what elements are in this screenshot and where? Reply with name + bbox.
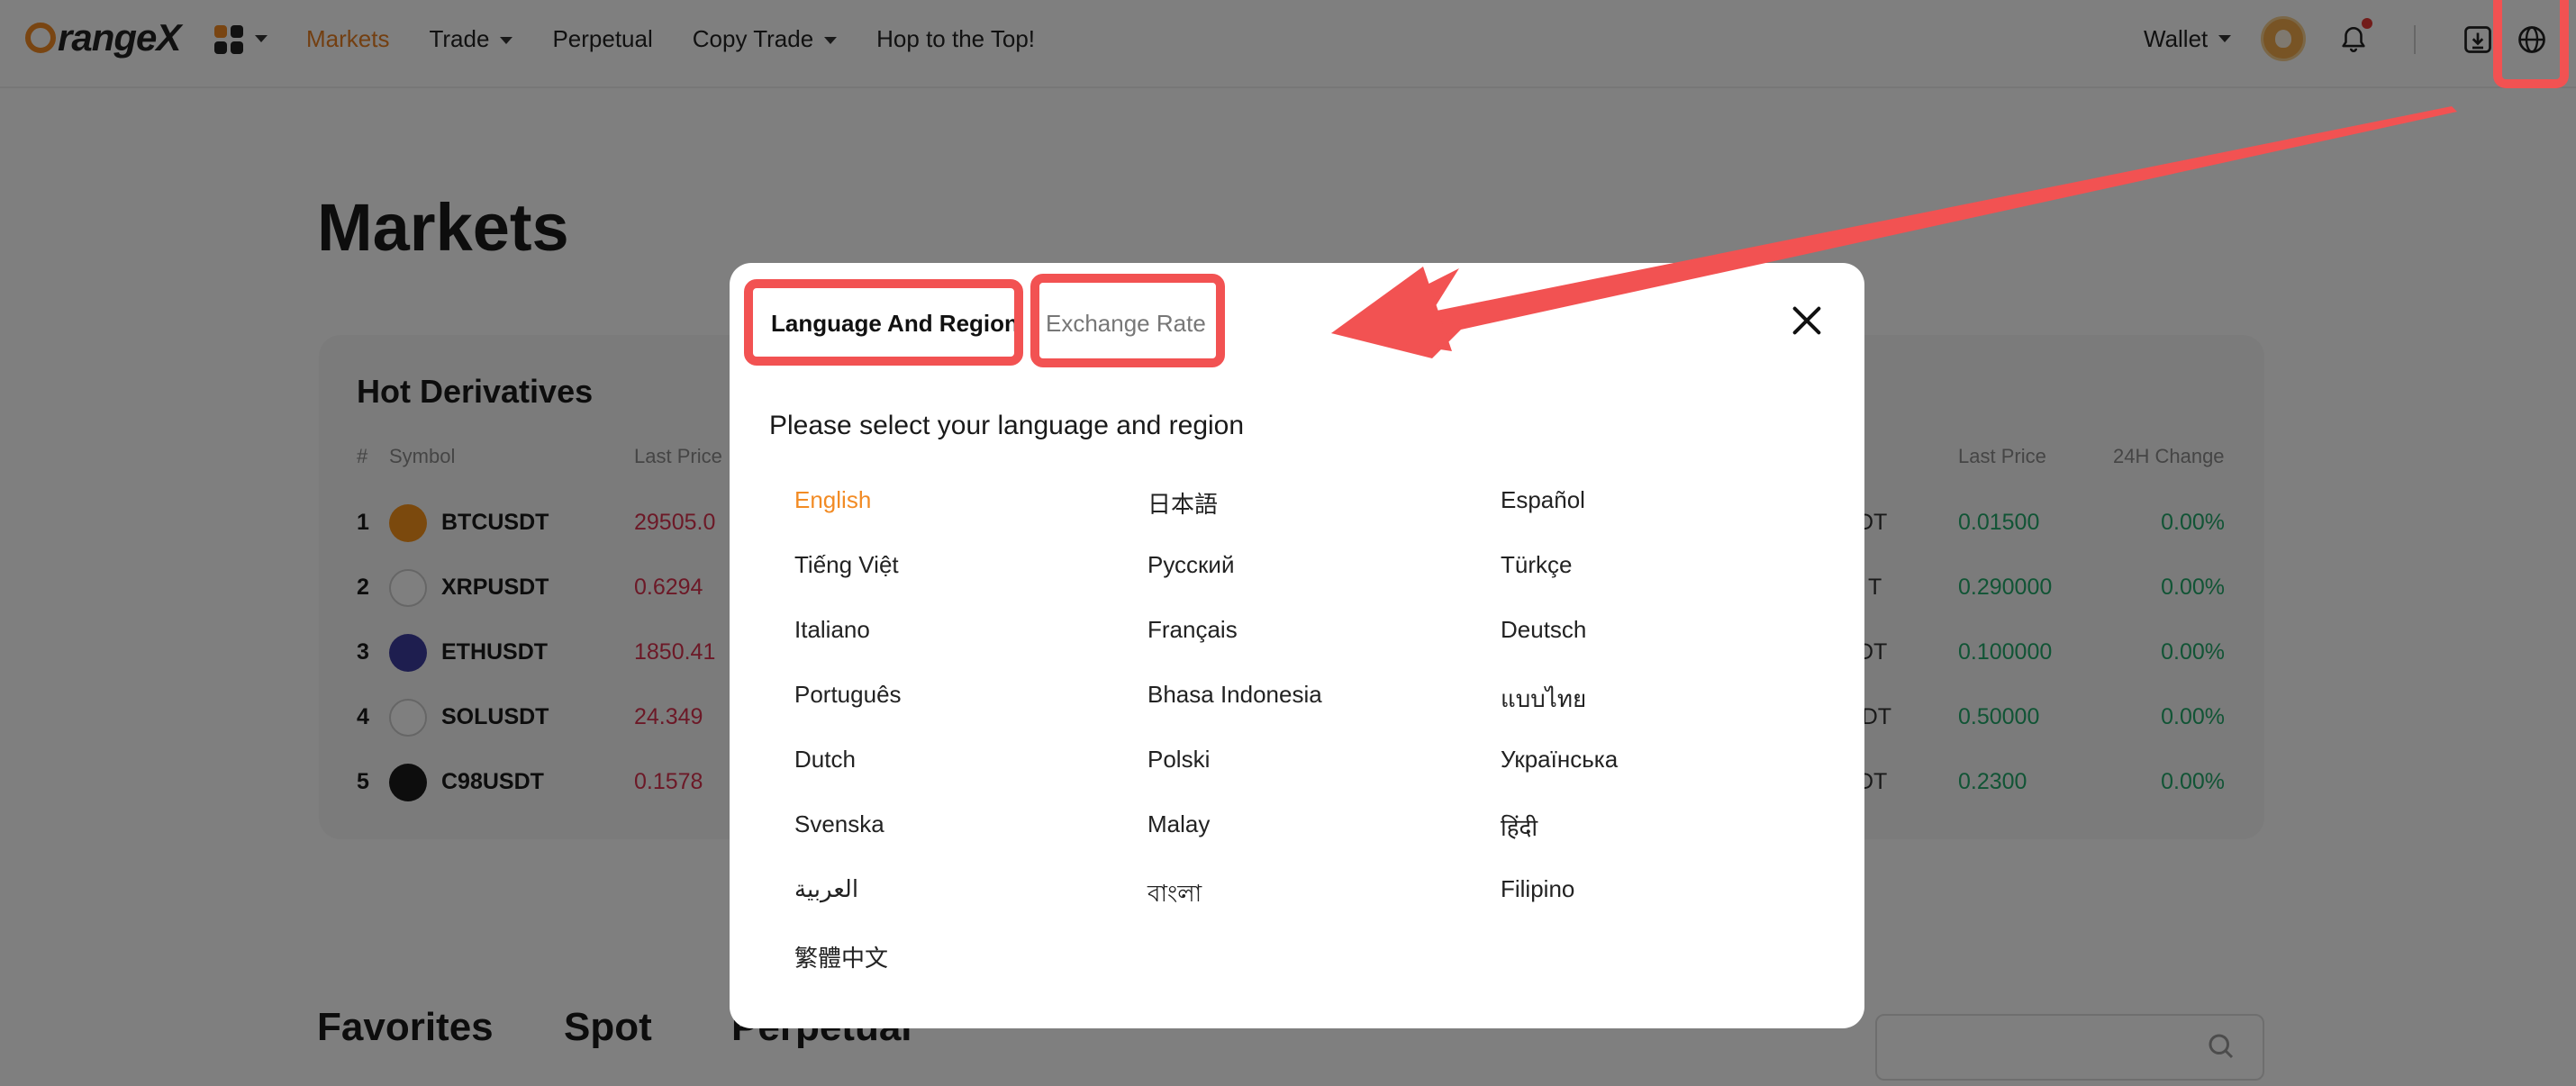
language-option[interactable]: 繁體中文	[794, 940, 888, 973]
language-option[interactable]: हिंदी	[1501, 810, 1537, 843]
language-option[interactable]: แบบไทย	[1501, 681, 1586, 718]
language-option[interactable]: English	[794, 486, 871, 514]
language-option[interactable]: Polski	[1147, 746, 1210, 774]
language-option[interactable]: Français	[1147, 616, 1238, 644]
language-option[interactable]: Türkçe	[1501, 551, 1572, 579]
language-option[interactable]: Italiano	[794, 616, 870, 644]
highlight-globe-button	[2493, 0, 2569, 88]
language-region-modal: Language And Region Exchange Rate Please…	[730, 263, 1864, 1028]
highlight-exchange-rate-tab	[1030, 274, 1225, 367]
language-option[interactable]: Bhasa Indonesia	[1147, 681, 1322, 709]
highlight-language-tab	[744, 279, 1023, 366]
language-option[interactable]: Svenska	[794, 810, 884, 838]
language-option[interactable]: Español	[1501, 486, 1585, 514]
language-option[interactable]: 日本語	[1147, 486, 1218, 520]
language-option[interactable]: Português	[794, 681, 902, 709]
language-option[interactable]: Malay	[1147, 810, 1210, 838]
language-option[interactable]: বাংলা	[1147, 875, 1202, 915]
modal-instruction: Please select your language and region	[769, 411, 1245, 440]
language-option[interactable]: Dutch	[794, 746, 856, 774]
language-option[interactable]: Русский	[1147, 551, 1234, 579]
language-option[interactable]: Tiếng Việt	[794, 551, 899, 579]
language-option[interactable]: Українська	[1501, 746, 1618, 774]
close-icon[interactable]	[1789, 303, 1825, 339]
language-option[interactable]: Filipino	[1501, 875, 1574, 903]
language-option[interactable]: العربية	[794, 875, 858, 903]
language-option[interactable]: Deutsch	[1501, 616, 1586, 644]
